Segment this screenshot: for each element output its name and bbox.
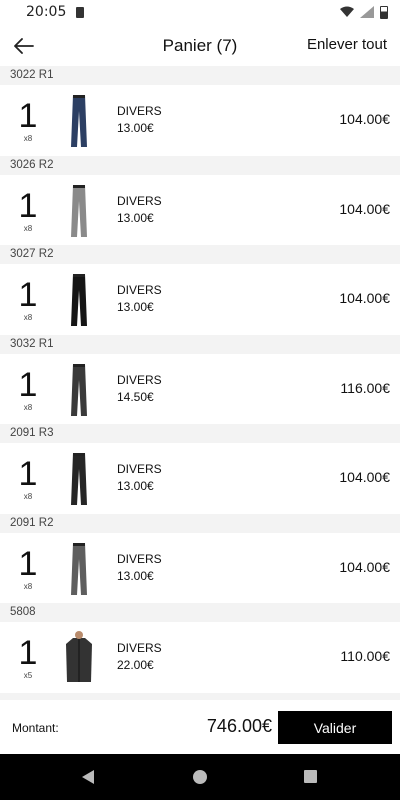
- status-time: 20:05: [26, 4, 67, 20]
- item-brand: DIVERS: [117, 462, 162, 476]
- quantity-block[interactable]: 1 x5: [0, 622, 56, 692]
- quantity-block[interactable]: 1 x8: [0, 175, 56, 245]
- item-unit-price: 13.00€: [117, 568, 154, 583]
- cart-item[interactable]: 2091 R2 1 x8 DIVERS 13.00€ 104.00€: [0, 513, 400, 603]
- item-unit-price: 13.00€: [117, 121, 154, 135]
- nav-home-icon[interactable]: [193, 770, 207, 784]
- product-image: [71, 95, 87, 147]
- item-brand: DIVERS: [117, 193, 162, 208]
- quantity-block[interactable]: 1 x8: [0, 443, 56, 513]
- item-brand: DIVERS: [117, 641, 162, 655]
- item-info: DIVERS 13.00€: [117, 282, 162, 316]
- item-info: DIVERS 13.00€: [117, 193, 162, 227]
- back-button[interactable]: [10, 32, 38, 60]
- item-unit-price: 13.00€: [117, 300, 154, 314]
- item-reference: 3026 R2: [0, 155, 400, 175]
- product-image: [71, 453, 87, 505]
- quantity-multiplier: x5: [23, 671, 33, 680]
- item-row[interactable]: 1 x8 DIVERS 13.00€ 104.00€: [0, 443, 400, 514]
- item-reference: 5808: [0, 603, 400, 622]
- item-reference: 2091 R2: [0, 513, 400, 533]
- item-info: DIVERS 14.50€: [117, 372, 162, 406]
- item-unit-price: 22.00€: [117, 658, 154, 672]
- item-reference: 3022 R1: [0, 66, 400, 85]
- signal-icon: [360, 6, 374, 18]
- status-left: 20:05: [26, 4, 85, 20]
- item-info: DIVERS 22.00€: [117, 640, 162, 674]
- quantity-value: 1: [18, 365, 38, 404]
- quantity-block[interactable]: 1 x8: [0, 85, 56, 155]
- product-image: [71, 363, 87, 416]
- jacket-image: [66, 631, 92, 682]
- checkout-footer: Montant: 746.00€ Valider: [0, 700, 400, 754]
- cart-item[interactable]: 3032 R1 1 x8 DIVERS 14.50€ 116.00€: [0, 334, 400, 424]
- arrow-left-icon: [14, 38, 34, 54]
- nav-back-icon[interactable]: [82, 770, 94, 784]
- item-row[interactable]: 1 x8 DIVERS 13.00€ 104.00€: [0, 85, 400, 156]
- quantity-multiplier: x8: [23, 134, 33, 143]
- status-right: [340, 5, 388, 19]
- item-total-price: 104.00€: [339, 200, 390, 217]
- item-unit-price: 13.00€: [117, 479, 154, 493]
- cart-item[interactable]: 5808 1 x5 DIVERS 22.00€ 110.00€: [0, 603, 400, 693]
- quantity-block[interactable]: 1 x8: [0, 264, 56, 334]
- wifi-icon: [340, 6, 354, 17]
- quantity-value: 1: [18, 186, 38, 225]
- system-nav-bar: [0, 754, 400, 800]
- product-image: [71, 184, 87, 237]
- sim-card-icon: [76, 6, 85, 18]
- item-brand: DIVERS: [117, 372, 162, 387]
- item-brand: DIVERS: [117, 551, 162, 566]
- cart-item[interactable]: 2091 R3 1 x8 DIVERS 13.00€ 104.00€: [0, 424, 400, 514]
- quantity-block[interactable]: 1 x8: [0, 533, 56, 603]
- item-row[interactable]: 1 x8 DIVERS 13.00€ 104.00€: [0, 174, 400, 245]
- item-total-price: 104.00€: [339, 290, 390, 306]
- product-image: [71, 274, 87, 326]
- battery-icon: [380, 5, 388, 19]
- item-reference: 3027 R2: [0, 245, 400, 264]
- amount-value: 746.00€: [206, 716, 272, 736]
- item-total-price: 104.00€: [339, 111, 390, 127]
- quantity-value: 1: [18, 544, 38, 583]
- item-unit-price: 14.50€: [117, 389, 154, 404]
- quantity-multiplier: x8: [23, 313, 33, 322]
- amount-label: Montant:: [12, 721, 59, 735]
- item-unit-price: 13.00€: [117, 210, 154, 225]
- item-total-price: 104.00€: [339, 469, 390, 485]
- cart-item[interactable]: 3027 R2 1 x8 DIVERS 13.00€ 104.00€: [0, 245, 400, 335]
- cart-list[interactable]: 3022 R1 1 x8 DIVERS 13.00€ 104.00€ 3026 …: [0, 66, 400, 700]
- clear-all-button[interactable]: Enlever tout: [307, 36, 387, 53]
- cart-item[interactable]: 3022 R1 1 x8 DIVERS 13.00€ 104.00€: [0, 66, 400, 156]
- item-info: DIVERS 13.00€: [117, 461, 162, 495]
- quantity-multiplier: x8: [23, 581, 33, 591]
- product-image: [71, 542, 87, 595]
- quantity-multiplier: x8: [23, 492, 33, 501]
- status-bar: 20:05: [0, 0, 400, 24]
- item-reference: 3032 R1: [0, 334, 400, 354]
- quantity-block[interactable]: 1 x8: [0, 354, 56, 424]
- item-row[interactable]: 1 x8 DIVERS 13.00€ 104.00€: [0, 264, 400, 335]
- quantity-value: 1: [18, 634, 38, 672]
- item-total-price: 116.00€: [340, 379, 390, 396]
- quantity-multiplier: x8: [23, 223, 33, 233]
- item-row[interactable]: 1 x5 DIVERS 22.00€ 110.00€: [0, 622, 400, 693]
- item-row[interactable]: 1 x8 DIVERS 14.50€ 116.00€: [0, 353, 400, 424]
- cart-item[interactable]: 3026 R2 1 x8 DIVERS 13.00€ 104.00€: [0, 155, 400, 245]
- item-info: DIVERS 13.00€: [117, 551, 162, 585]
- item-row[interactable]: 1 x8 DIVERS 13.00€ 104.00€: [0, 532, 400, 603]
- quantity-multiplier: x8: [23, 402, 33, 412]
- quantity-value: 1: [18, 97, 38, 135]
- quantity-value: 1: [18, 455, 38, 493]
- validate-button[interactable]: Valider: [278, 711, 392, 744]
- item-total-price: 104.00€: [339, 558, 390, 575]
- item-brand: DIVERS: [117, 104, 162, 118]
- item-info: DIVERS 13.00€: [117, 103, 162, 137]
- item-total-price: 110.00€: [340, 648, 390, 664]
- item-brand: DIVERS: [117, 283, 162, 297]
- quantity-value: 1: [18, 276, 38, 314]
- nav-recents-icon[interactable]: [304, 770, 317, 783]
- item-reference: 2091 R3: [0, 424, 400, 443]
- app-bar: Panier (7) Enlever tout: [0, 24, 400, 68]
